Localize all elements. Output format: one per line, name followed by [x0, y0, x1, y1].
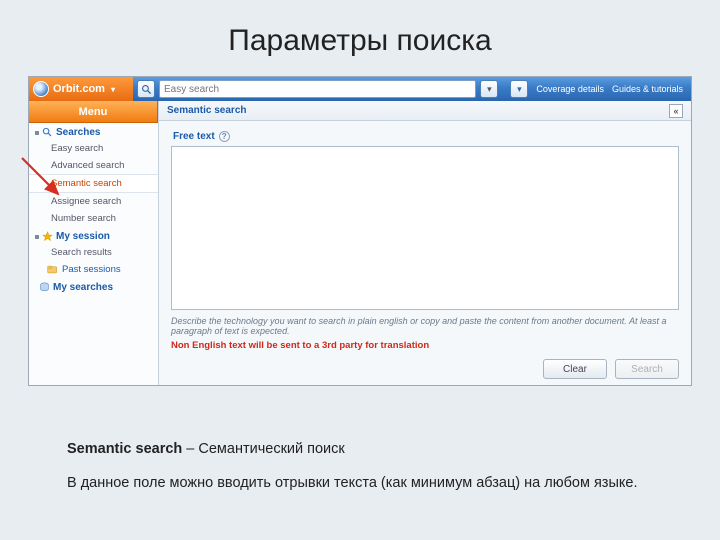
chevron-down-icon: ▾: [111, 85, 115, 94]
help-icon[interactable]: ?: [219, 131, 230, 142]
sidebar-item-number-search[interactable]: Number search: [29, 210, 158, 227]
tree-group-searches[interactable]: Searches: [29, 123, 158, 140]
settings-button[interactable]: ▾: [510, 80, 528, 98]
tree-group-label: Searches: [56, 127, 100, 138]
hint-description: Describe the technology you want to sear…: [171, 316, 679, 336]
clear-button[interactable]: Clear: [543, 359, 607, 379]
tree-group-session[interactable]: My session: [29, 227, 158, 244]
guides-link[interactable]: Guides & tutorials: [612, 84, 683, 94]
sidebar: Menu Searches Easy search Advanced searc…: [29, 101, 159, 385]
collapse-button[interactable]: «: [669, 104, 683, 118]
tree-group-my-searches[interactable]: My searches: [29, 278, 158, 295]
free-text-label: Free text ?: [173, 131, 679, 142]
tree-group-label: My session: [56, 231, 110, 242]
nav-tree: Searches Easy search Advanced search Sem…: [29, 123, 158, 385]
search-button[interactable]: Search: [615, 359, 679, 379]
sidebar-item-label: Past sessions: [62, 264, 121, 275]
brand-name: Orbit.com: [53, 83, 105, 95]
hint-warning: Non English text will be sent to a 3rd p…: [171, 340, 679, 351]
menu-button[interactable]: Menu: [29, 101, 158, 123]
folder-icon: [47, 264, 58, 275]
collapse-icon: [35, 235, 39, 239]
brand-logo[interactable]: Orbit.com ▾: [29, 77, 133, 101]
tree-group-label: My searches: [53, 282, 113, 293]
search-icon: [42, 127, 53, 138]
free-text-input[interactable]: [171, 146, 679, 310]
star-icon: [42, 231, 53, 242]
caption-term: Semantic search: [67, 441, 182, 457]
panel-header: Semantic search «: [159, 101, 691, 121]
global-search-input[interactable]: [159, 80, 476, 98]
caption: Semantic search – Семантический поиск В …: [67, 440, 657, 493]
slide-title: Параметры поиска: [0, 0, 720, 76]
caption-def: – Семантический поиск: [182, 441, 345, 457]
field-label-text: Free text: [173, 131, 215, 142]
sidebar-item-search-results[interactable]: Search results: [29, 244, 158, 261]
main-panel: Semantic search « Free text ? Describe t…: [159, 101, 691, 385]
topbar: Orbit.com ▾ ▾ ▾ Coverage details Guides …: [29, 77, 691, 101]
app-window: Orbit.com ▾ ▾ ▾ Coverage details Guides …: [28, 76, 692, 386]
sidebar-item-assignee-search[interactable]: Assignee search: [29, 193, 158, 210]
globe-icon: [33, 81, 49, 97]
search-expand-button[interactable]: ▾: [480, 80, 498, 98]
caption-description: В данное поле можно вводить отрывки текс…: [67, 474, 657, 494]
sidebar-item-advanced-search[interactable]: Advanced search: [29, 157, 158, 174]
panel-title: Semantic search: [167, 105, 247, 116]
collapse-icon: [35, 131, 39, 135]
sidebar-item-past-sessions[interactable]: Past sessions: [29, 261, 158, 278]
sidebar-item-semantic-search[interactable]: Semantic search: [29, 174, 158, 193]
sidebar-item-easy-search[interactable]: Easy search: [29, 140, 158, 157]
coverage-details-link[interactable]: Coverage details: [536, 84, 604, 94]
search-icon-button[interactable]: [137, 80, 155, 98]
database-icon: [39, 282, 50, 293]
